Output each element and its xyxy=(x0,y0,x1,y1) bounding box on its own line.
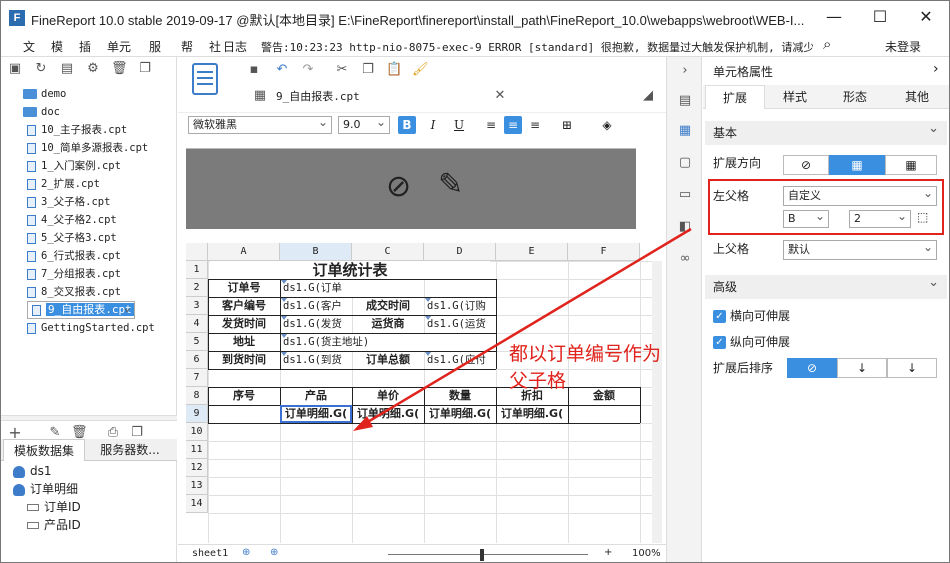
annotation-text-1: 都以订单编号作为 xyxy=(509,343,662,365)
annotation-arrow xyxy=(353,227,692,431)
app-window: F FineReport 10.0 stable 2019-09-17 @默认[… xyxy=(0,0,950,563)
annotation-text-2: 父子格 xyxy=(509,370,567,392)
